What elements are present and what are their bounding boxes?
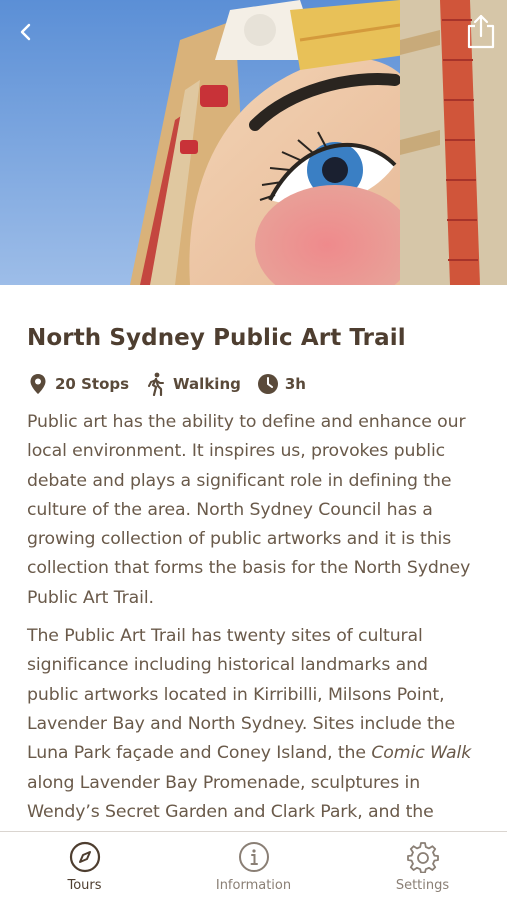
tab-information[interactable]: Information xyxy=(169,832,338,900)
duration-text: 3h xyxy=(284,375,306,393)
tour-title: North Sydney Public Art Trail xyxy=(27,325,406,351)
description-paragraph-1: Public art has the ability to define and… xyxy=(27,412,471,608)
stops-count: 20 Stops xyxy=(27,373,129,395)
back-button[interactable] xyxy=(6,14,46,54)
tour-meta: 20 Stops Walking 3h xyxy=(27,371,480,397)
info-icon xyxy=(237,840,271,874)
travel-mode: Walking xyxy=(145,372,241,396)
tab-tours-label: Tours xyxy=(67,878,102,893)
chevron-left-icon xyxy=(19,22,33,46)
share-button[interactable] xyxy=(461,14,501,54)
gear-icon xyxy=(406,840,440,874)
tab-settings-label: Settings xyxy=(395,878,450,893)
tab-tours[interactable]: Tours xyxy=(0,832,169,900)
location-pin-icon xyxy=(27,373,49,395)
share-icon xyxy=(465,13,497,55)
duration: 3h xyxy=(257,373,306,395)
tab-settings[interactable]: Settings xyxy=(338,832,507,900)
stops-text: 20 Stops xyxy=(55,375,130,393)
luna-park-face-photo xyxy=(0,0,507,285)
tour-details: North Sydney Public Art Trail 20 Stops W… xyxy=(0,285,507,831)
bottom-tab-bar: Tours Information Settings xyxy=(0,831,507,900)
walking-icon xyxy=(145,372,167,396)
compass-icon xyxy=(68,840,102,874)
tab-information-label: Information xyxy=(215,878,292,893)
hero-image xyxy=(0,0,507,285)
paragraph-2-italic: Comic Walk xyxy=(371,743,472,764)
travel-mode-text: Walking xyxy=(173,375,241,393)
paragraph-2-text-end: along Lavender Bay Promenade, sculptures… xyxy=(27,772,434,822)
description-paragraph-2: The Public Art Trail has twenty sites of… xyxy=(27,622,480,827)
clock-icon xyxy=(257,373,279,395)
